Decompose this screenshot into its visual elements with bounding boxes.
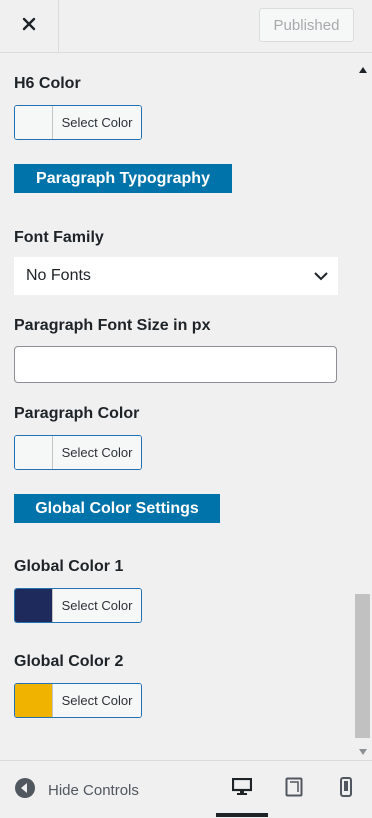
- active-device-indicator: [216, 813, 268, 817]
- paragraph-font-size-label: Paragraph Font Size in px: [14, 317, 211, 334]
- select-color-label: Select Color: [53, 589, 141, 622]
- h6-color-label: H6 Color: [14, 75, 81, 92]
- paragraph-typography-heading: Paragraph Typography: [14, 164, 232, 193]
- color-swatch: [15, 106, 53, 139]
- select-color-label: Select Color: [53, 106, 141, 139]
- chevron-down-icon: [314, 268, 328, 286]
- close-button[interactable]: [0, 0, 59, 52]
- select-color-label: Select Color: [53, 684, 141, 717]
- collapse-arrow-icon: [14, 777, 36, 803]
- paragraph-color-picker[interactable]: Select Color: [14, 435, 142, 470]
- mobile-preview-button[interactable]: [334, 776, 358, 802]
- color-swatch: [15, 436, 53, 469]
- tablet-icon: [285, 777, 303, 802]
- hide-controls-button[interactable]: Hide Controls: [14, 777, 139, 803]
- scroll-down-arrow-icon[interactable]: [359, 742, 367, 760]
- close-icon: [22, 17, 36, 36]
- font-family-value: No Fonts: [26, 267, 91, 284]
- controls-panel[interactable]: H6 Color Select Color Paragraph Typograp…: [0, 53, 372, 759]
- global-color-1-label: Global Color 1: [14, 558, 124, 575]
- select-color-label: Select Color: [53, 436, 141, 469]
- paragraph-font-size-input[interactable]: [14, 346, 337, 383]
- scrollbar-thumb[interactable]: [355, 594, 370, 738]
- customizer-footer: Hide Controls: [0, 760, 372, 818]
- published-button[interactable]: Published: [259, 8, 354, 42]
- tablet-preview-button[interactable]: [282, 777, 306, 801]
- global-color-1-picker[interactable]: Select Color: [14, 588, 142, 623]
- customizer-header: Published: [0, 0, 372, 53]
- scroll-up-arrow-icon[interactable]: [359, 60, 367, 78]
- color-swatch: [15, 684, 53, 717]
- desktop-icon: [231, 777, 253, 801]
- hide-controls-label: Hide Controls: [48, 781, 139, 799]
- font-family-select[interactable]: No Fonts: [14, 257, 338, 295]
- h6-color-picker[interactable]: Select Color: [14, 105, 142, 140]
- desktop-preview-button[interactable]: [230, 777, 254, 801]
- global-color-settings-heading: Global Color Settings: [14, 494, 220, 523]
- paragraph-color-label: Paragraph Color: [14, 405, 140, 422]
- global-color-2-label: Global Color 2: [14, 653, 124, 670]
- mobile-icon: [340, 776, 352, 802]
- color-swatch: [15, 589, 53, 622]
- global-color-2-picker[interactable]: Select Color: [14, 683, 142, 718]
- font-family-label: Font Family: [14, 229, 104, 246]
